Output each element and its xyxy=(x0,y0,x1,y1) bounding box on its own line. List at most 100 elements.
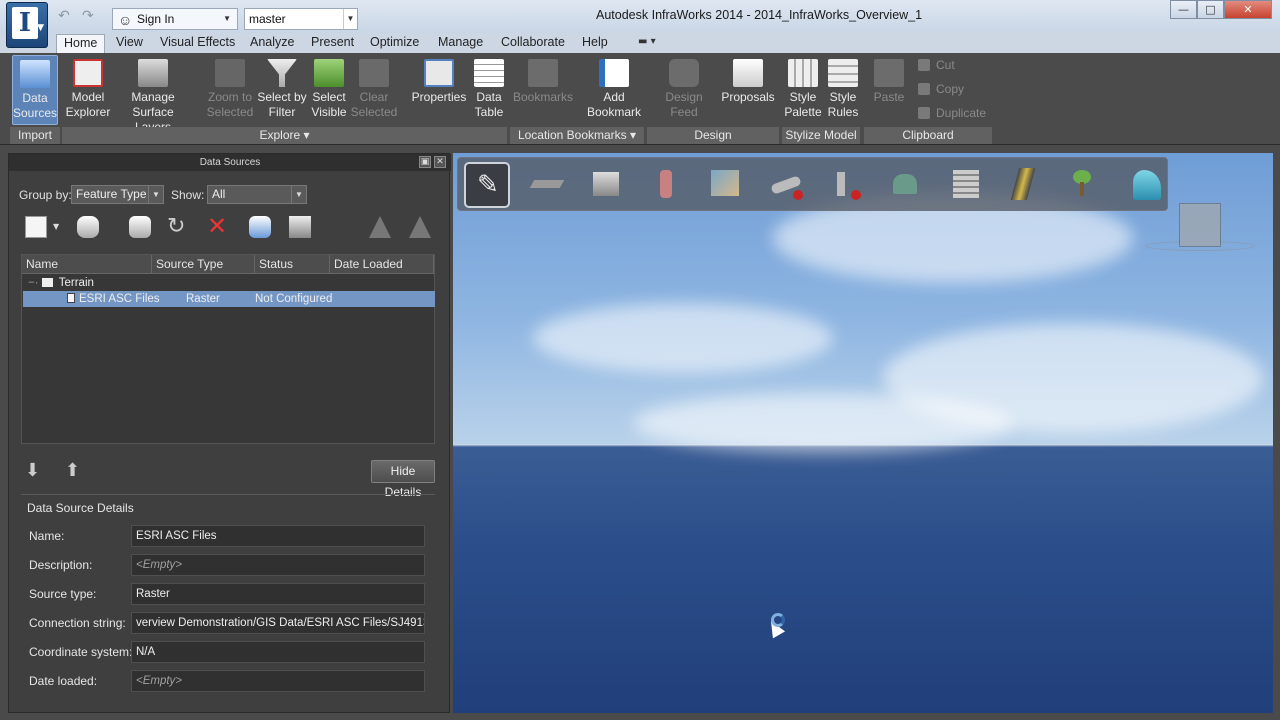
building-icon[interactable] xyxy=(583,162,629,208)
column-header-status[interactable]: Status xyxy=(255,255,330,274)
hydrant-icon[interactable] xyxy=(643,162,689,208)
data-table-button[interactable]: Data Table xyxy=(470,55,508,125)
database-add-icon[interactable] xyxy=(77,216,99,238)
shape-tool-2-icon[interactable] xyxy=(409,216,431,238)
maximize-button[interactable]: □ xyxy=(1197,0,1224,19)
application-menu-button[interactable]: I ▼ xyxy=(6,2,48,48)
clear-selected-button[interactable]: Clear Selected xyxy=(350,55,398,125)
group-by-select[interactable]: Feature Type ▼ xyxy=(71,185,164,204)
undock-icon[interactable]: ▣ xyxy=(419,156,431,168)
shape-tool-icon[interactable] xyxy=(369,216,391,238)
column-header-date-loaded[interactable]: Date Loaded xyxy=(330,255,434,274)
undo-icon[interactable]: ↶ xyxy=(58,8,70,24)
manage-surface-layers-button[interactable]: Manage Surface Layers xyxy=(114,55,192,134)
model-explorer-button[interactable]: Model Explorer xyxy=(64,55,112,125)
row-name-label: ESRI ASC Files xyxy=(79,293,160,305)
column-header-name[interactable]: Name xyxy=(22,255,152,274)
tree-expander-icon[interactable]: −· xyxy=(28,277,39,289)
water-icon[interactable] xyxy=(1123,162,1169,208)
reload-data-icon[interactable] xyxy=(249,216,271,238)
data-sources-panel: Data Sources ▣ ✕ Group by: Feature Type … xyxy=(8,153,451,713)
paste-button[interactable]: Paste xyxy=(868,55,910,125)
pencil-icon[interactable]: ✎ xyxy=(464,162,510,208)
land-area-icon[interactable] xyxy=(703,162,749,208)
bookmarks-label: Bookmarks xyxy=(512,90,574,104)
delete-icon[interactable]: ✕ xyxy=(207,212,227,240)
design-feed-label: Design Feed xyxy=(665,90,703,119)
description-field[interactable]: <Empty> xyxy=(131,554,425,576)
retaining-wall-icon[interactable] xyxy=(943,162,989,208)
hide-details-button[interactable]: Hide Details xyxy=(371,460,435,499)
proposals-icon xyxy=(733,59,763,87)
copy-icon xyxy=(918,83,930,95)
data-sources-icon xyxy=(20,60,50,88)
chevron-down-icon: ▼ xyxy=(223,14,231,23)
connection-string-field[interactable]: verview Demonstration/GIS Data/ESRI ASC … xyxy=(131,612,425,634)
panel-location-bookmarks[interactable]: Location Bookmarks ▾ xyxy=(510,127,644,144)
table-row[interactable]: ESRI ASC Files Raster Not Configured xyxy=(23,291,435,307)
select-by-filter-button[interactable]: Select by Filter xyxy=(257,55,307,125)
pipeline-icon[interactable] xyxy=(763,162,809,208)
properties-button[interactable]: Properties xyxy=(410,55,468,125)
close-button[interactable]: ✕ xyxy=(1224,0,1272,19)
tree-node-terrain[interactable]: −· Terrain xyxy=(28,275,94,291)
view-cube[interactable] xyxy=(1179,203,1221,247)
tab-visual-effects[interactable]: Visual Effects xyxy=(153,34,242,53)
surface-layers-icon[interactable] xyxy=(289,216,311,238)
tab-home[interactable]: Home xyxy=(56,34,106,53)
tab-view[interactable]: View xyxy=(109,34,150,53)
add-bookmark-button[interactable]: Add Bookmark xyxy=(584,55,644,125)
configure-icon[interactable] xyxy=(129,216,151,238)
collapse-up-icon[interactable]: ⬆ xyxy=(65,460,80,481)
show-select[interactable]: All ▼ xyxy=(207,185,307,204)
duplicate-button[interactable]: Duplicate xyxy=(918,103,986,123)
bridge-icon[interactable] xyxy=(1003,162,1049,208)
redo-icon[interactable]: ↷ xyxy=(82,8,94,24)
road-icon[interactable] xyxy=(524,162,570,208)
select-visible-button[interactable]: Select Visible xyxy=(309,55,349,125)
date-loaded-field[interactable]: <Empty> xyxy=(131,670,425,692)
panel-explore[interactable]: Explore ▾ xyxy=(62,127,507,144)
data-table-icon xyxy=(474,59,504,87)
3d-viewport[interactable]: ✎ xyxy=(453,153,1273,713)
sign-in-button[interactable]: ☺ Sign In ▼ xyxy=(112,8,238,30)
tab-present[interactable]: Present xyxy=(304,34,361,53)
data-sources-button[interactable]: Data Sources xyxy=(12,55,58,125)
select-visible-label: Select Visible xyxy=(311,90,347,119)
filter-icon xyxy=(267,59,297,87)
design-feed-icon xyxy=(669,59,699,87)
zoom-to-selected-button[interactable]: Zoom to Selected xyxy=(204,55,256,125)
row-source-type: Raster xyxy=(186,293,220,305)
minimize-button[interactable]: — xyxy=(1170,0,1197,19)
pipe-connector-icon[interactable] xyxy=(823,162,869,208)
coordinate-system-field[interactable]: N/A xyxy=(131,641,425,663)
project-selector[interactable]: master ▼ xyxy=(244,8,358,30)
tab-optimize[interactable]: Optimize xyxy=(363,34,426,53)
tab-collaborate[interactable]: Collaborate xyxy=(494,34,572,53)
collapse-down-icon[interactable]: ⬇ xyxy=(25,460,40,481)
barrier-icon[interactable] xyxy=(883,162,929,208)
chevron-down-icon[interactable]: ▼ xyxy=(343,9,357,29)
tab-manage[interactable]: Manage xyxy=(431,34,490,53)
tree-node-label: Terrain xyxy=(58,277,94,289)
tab-analyze[interactable]: Analyze xyxy=(243,34,301,53)
source-type-field[interactable]: Raster xyxy=(131,583,425,605)
proposals-label: Proposals xyxy=(721,90,775,104)
tab-help[interactable]: Help xyxy=(575,34,615,53)
tree-icon[interactable] xyxy=(1063,162,1109,208)
panel-explore-label: Explore xyxy=(259,128,301,142)
bookmarks-button[interactable]: Bookmarks xyxy=(512,55,574,125)
design-feed-button[interactable]: Design Feed xyxy=(650,55,718,125)
close-icon[interactable]: ✕ xyxy=(434,156,446,168)
add-file-data-source-icon[interactable] xyxy=(25,216,47,238)
column-header-source-type[interactable]: Source Type xyxy=(152,255,255,274)
style-palette-button[interactable]: Style Palette xyxy=(784,55,822,125)
proposals-button[interactable]: Proposals xyxy=(720,55,776,125)
ribbon-options-icon[interactable]: ▬ ▾ xyxy=(638,36,656,47)
refresh-icon[interactable]: ↻ xyxy=(167,214,185,239)
name-field[interactable]: ESRI ASC Files xyxy=(131,525,425,547)
copy-button[interactable]: Copy xyxy=(918,79,964,99)
cut-button[interactable]: Cut xyxy=(918,55,955,75)
chevron-down-icon[interactable]: ▼ xyxy=(53,222,59,231)
style-rules-button[interactable]: Style Rules xyxy=(824,55,862,125)
